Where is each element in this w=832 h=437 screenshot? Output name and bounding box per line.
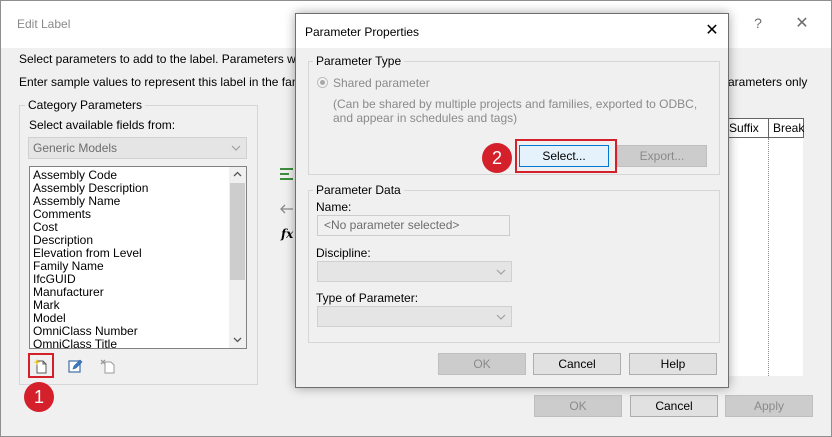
column-divider xyxy=(768,138,769,376)
parameter-properties-title-bar: Parameter Properties ✕ xyxy=(296,14,728,48)
select-button-highlight xyxy=(515,139,617,173)
parameter-properties-dialog: Parameter Properties ✕ Parameter Type Sh… xyxy=(295,13,729,388)
pp-help-button[interactable]: Help xyxy=(629,353,717,375)
column-header-suffix[interactable]: Suffix xyxy=(724,118,769,138)
parameter-properties-title: Parameter Properties xyxy=(305,25,420,39)
sample-values-text-end: arameters only xyxy=(728,75,808,89)
discipline-select[interactable] xyxy=(317,261,512,282)
category-select-value: Generic Models xyxy=(33,141,118,155)
discipline-label: Discipline: xyxy=(316,246,371,260)
category-select[interactable]: Generic Models xyxy=(28,137,247,159)
formula-icon[interactable]: fx xyxy=(281,227,293,241)
chevron-down-icon xyxy=(496,262,506,290)
available-fields-label: Select available fields from: xyxy=(29,118,176,132)
close-icon[interactable]: ✕ xyxy=(700,20,724,44)
outer-apply-button[interactable]: Apply xyxy=(725,395,813,417)
type-of-parameter-select[interactable] xyxy=(317,306,512,327)
shared-parameter-label: Shared parameter xyxy=(333,76,430,90)
sample-values-text: Enter sample values to represent this la… xyxy=(19,75,328,89)
close-icon[interactable]: ✕ xyxy=(790,13,814,37)
add-to-label-icon[interactable] xyxy=(279,166,295,185)
export-button[interactable]: Export... xyxy=(617,145,707,167)
delete-parameter-icon xyxy=(100,359,115,374)
outer-ok-button[interactable]: OK xyxy=(534,395,622,417)
edit-parameter-button[interactable] xyxy=(64,355,86,377)
available-fields-list[interactable]: Assembly Code Assembly Description Assem… xyxy=(29,166,247,349)
chevron-down-icon xyxy=(496,307,506,335)
fields-scrollbar[interactable] xyxy=(229,167,246,348)
chevron-down-icon xyxy=(231,138,241,166)
column-header-break[interactable]: Break xyxy=(768,118,804,138)
arrow-left-icon[interactable] xyxy=(279,203,295,218)
step-marker-1: 1 xyxy=(24,382,54,412)
shared-parameter-description: (Can be shared by multiple projects and … xyxy=(333,97,698,125)
step-marker-2: 2 xyxy=(482,143,512,173)
name-field[interactable]: <No parameter selected> xyxy=(317,215,510,236)
edit-parameter-icon xyxy=(68,359,83,373)
scrollbar-thumb[interactable] xyxy=(230,183,245,280)
list-item[interactable]: OmniClass Title xyxy=(33,338,117,349)
scroll-up-icon[interactable] xyxy=(233,170,242,181)
outer-cancel-button[interactable]: Cancel xyxy=(630,395,718,417)
delete-parameter-button[interactable] xyxy=(97,355,119,377)
instruction-text: Select parameters to add to the label. P… xyxy=(19,52,321,66)
parameter-data-label: Parameter Data xyxy=(313,183,404,197)
scroll-down-icon[interactable] xyxy=(233,335,242,346)
category-parameters-label: Category Parameters xyxy=(25,98,146,112)
shared-parameter-radio[interactable] xyxy=(317,77,328,88)
edit-label-title: Edit Label xyxy=(17,17,71,31)
new-parameter-highlight xyxy=(28,353,54,378)
label-parameters-table[interactable]: Suffix Break xyxy=(723,118,804,376)
help-icon[interactable]: ? xyxy=(748,13,768,33)
pp-cancel-button[interactable]: Cancel xyxy=(533,353,621,375)
type-of-parameter-label: Type of Parameter: xyxy=(316,291,419,305)
pp-ok-button[interactable]: OK xyxy=(438,353,526,375)
name-label: Name: xyxy=(316,200,352,214)
parameter-type-label: Parameter Type xyxy=(313,54,405,68)
